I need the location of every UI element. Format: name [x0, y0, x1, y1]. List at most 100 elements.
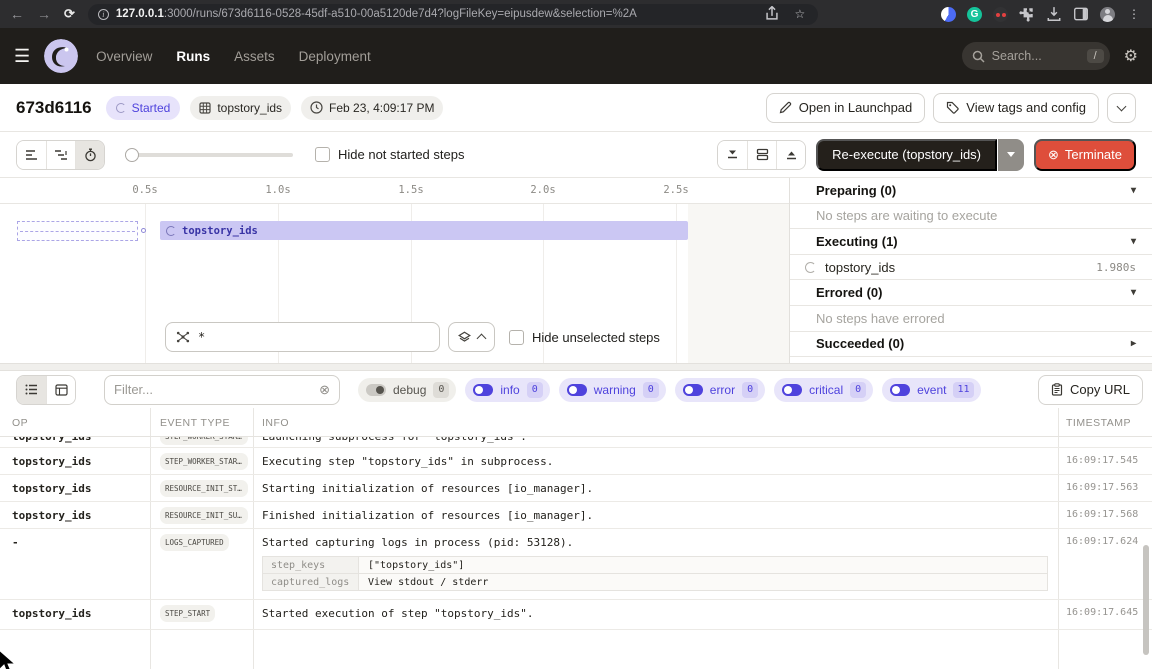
log-level-toggle-info[interactable]: info0 — [465, 378, 549, 402]
job-tag[interactable]: topstory_ids — [190, 96, 291, 120]
log-row[interactable]: topstory_idsSTEP_STARTStarted execution … — [0, 600, 1152, 630]
log-row[interactable]: topstory_idsSTEP_WORKER_STARTINGLaunchin… — [0, 437, 1152, 448]
chevron-down-icon — [1117, 102, 1127, 112]
status-section-header[interactable]: Preparing (0)▾ — [790, 178, 1152, 204]
log-timestamp: 16:09:17.624 — [1066, 536, 1138, 547]
cancel-circle-icon: ⊗ — [1048, 147, 1059, 163]
zoom-slider-knob[interactable] — [125, 148, 139, 162]
log-level-toggle-critical[interactable]: critical0 — [774, 378, 873, 402]
step-name: topstory_ids — [825, 260, 895, 275]
log-row[interactable]: topstory_idsRESOURCE_INIT_SUCCESSFinishe… — [0, 502, 1152, 529]
browser-reload-icon[interactable]: ⟳ — [64, 6, 75, 22]
level-label: event — [917, 383, 946, 397]
settings-gear-icon[interactable]: ⚙ — [1124, 46, 1138, 66]
section-chevron-icon: ▾ — [1131, 185, 1136, 196]
log-row[interactable]: topstory_idsSTEP_WORKER_STARTEDExecuting… — [0, 448, 1152, 475]
event-type-badge: LOGS_CAPTURED — [160, 534, 229, 551]
gantt-body: topstory_ids Hide unselected steps — [0, 204, 789, 363]
log-timestamp: 16:09:17.545 — [1066, 455, 1138, 466]
log-op: topstory_ids — [12, 482, 144, 495]
start-time-tag[interactable]: Feb 23, 4:09:17 PM — [301, 96, 443, 120]
waterfall-view-button[interactable] — [46, 141, 75, 169]
log-level-toggle-warning[interactable]: warning0 — [559, 378, 666, 402]
graph-options-button[interactable] — [448, 322, 495, 352]
extension-icon-2[interactable] — [993, 7, 1008, 22]
gantt-step-bar[interactable]: topstory_ids — [160, 221, 688, 240]
status-section-header[interactable]: Executing (1)▾ — [790, 229, 1152, 255]
log-row[interactable]: -LOGS_CAPTUREDStarted capturing logs in … — [0, 529, 1152, 600]
axis-tick: 2.5s — [663, 184, 688, 196]
log-list-view-button[interactable] — [17, 376, 46, 404]
metadata-value[interactable]: View stdout / stderr — [359, 574, 1047, 590]
extension-icon-1[interactable] — [941, 7, 956, 22]
level-label: info — [500, 383, 519, 397]
log-level-toggle-debug[interactable]: debug0 — [358, 378, 456, 402]
log-filter-input[interactable]: ⊗ — [104, 375, 340, 405]
log-event-type: STEP_WORKER_STARTED — [160, 453, 250, 475]
log-timestamp: 16:09:17.645 — [1066, 607, 1138, 618]
log-table-body: topstory_idsSTEP_WORKER_STARTINGLaunchin… — [0, 437, 1152, 630]
collapse-panel-button[interactable] — [718, 141, 747, 169]
header-more-actions-button[interactable] — [1107, 93, 1136, 123]
zoom-slider-track — [125, 153, 293, 157]
search-input[interactable]: Search... / — [962, 42, 1110, 70]
browser-forward-icon[interactable]: → — [37, 7, 51, 21]
log-row[interactable]: topstory_idsRESOURCE_INIT_STARTEDStartin… — [0, 475, 1152, 502]
panel-resize-handle[interactable] — [0, 363, 1152, 371]
bookmark-star-icon[interactable]: ☆ — [792, 6, 808, 22]
dagster-logo[interactable] — [44, 39, 78, 73]
share-icon[interactable] — [764, 6, 780, 22]
scrollbar-thumb[interactable] — [1143, 545, 1149, 655]
log-structured-view-button[interactable] — [46, 376, 75, 404]
log-filter-field[interactable] — [114, 382, 319, 397]
hide-unselected-checkbox[interactable]: Hide unselected steps — [509, 330, 660, 345]
hamburger-menu-icon[interactable]: ☰ — [14, 46, 30, 67]
executing-step-row[interactable]: topstory_ids1.980s — [790, 255, 1152, 281]
clear-filter-icon[interactable]: ⊗ — [319, 382, 330, 398]
status-section-header[interactable]: Errored (0)▾ — [790, 280, 1152, 306]
log-op: topstory_ids — [12, 455, 144, 468]
downloads-icon[interactable] — [1046, 6, 1062, 22]
grammarly-extension-icon[interactable]: G — [967, 7, 982, 22]
browser-back-icon[interactable]: ← — [10, 7, 24, 21]
level-count-badge: 0 — [643, 382, 659, 398]
site-info-icon[interactable]: i — [98, 9, 109, 20]
step-selection-value[interactable] — [198, 330, 429, 344]
toggle-switch-icon — [890, 384, 910, 396]
nav-link-deployment[interactable]: Deployment — [299, 49, 371, 64]
expand-panel-button[interactable] — [776, 141, 805, 169]
reexecute-dropdown-button[interactable] — [998, 139, 1024, 171]
address-bar[interactable]: i 127.0.0.1:3000/runs/673d6116-0528-45df… — [88, 4, 818, 25]
split-panel-button[interactable] — [747, 141, 776, 169]
reexecute-button[interactable]: Re-execute (topstory_ids) — [816, 139, 997, 171]
log-level-toggle-error[interactable]: error0 — [675, 378, 765, 402]
extensions-puzzle-icon[interactable] — [1019, 6, 1035, 22]
event-type-badge: STEP_START — [160, 605, 215, 622]
open-in-launchpad-button[interactable]: Open in Launchpad — [766, 93, 925, 123]
run-status-badge[interactable]: Started — [106, 96, 181, 120]
browser-menu-icon[interactable]: ⋮ — [1126, 6, 1142, 22]
duration-view-button[interactable] — [75, 141, 104, 169]
side-panel-icon[interactable] — [1073, 6, 1089, 22]
log-op: topstory_ids — [12, 509, 144, 522]
nav-link-assets[interactable]: Assets — [234, 49, 275, 64]
terminate-button[interactable]: ⊗ Terminate — [1034, 139, 1136, 171]
log-info: Starting initialization of resources [io… — [262, 482, 1042, 495]
spinner-icon — [805, 262, 816, 273]
view-tags-config-button[interactable]: View tags and config — [933, 93, 1099, 123]
section-title: Succeeded (0) — [816, 336, 904, 351]
browser-profile-avatar[interactable] — [1100, 7, 1115, 22]
search-shortcut-key: / — [1087, 49, 1104, 63]
nav-link-runs[interactable]: Runs — [176, 49, 210, 64]
step-selection-input[interactable] — [165, 322, 440, 352]
nav-link-overview[interactable]: Overview — [96, 49, 152, 64]
flat-view-button[interactable] — [17, 141, 46, 169]
hide-not-started-checkbox[interactable]: Hide not started steps — [315, 147, 464, 162]
job-grid-icon — [199, 102, 211, 114]
status-section-header[interactable]: Succeeded (0)▸ — [790, 332, 1152, 358]
pencil-icon — [779, 101, 792, 114]
gantt-toolbar: Hide not started steps Re-execute (topst… — [0, 132, 1152, 178]
copy-url-button[interactable]: Copy URL — [1038, 375, 1143, 405]
zoom-slider[interactable] — [125, 148, 293, 162]
log-level-toggle-event[interactable]: event11 — [882, 378, 980, 402]
